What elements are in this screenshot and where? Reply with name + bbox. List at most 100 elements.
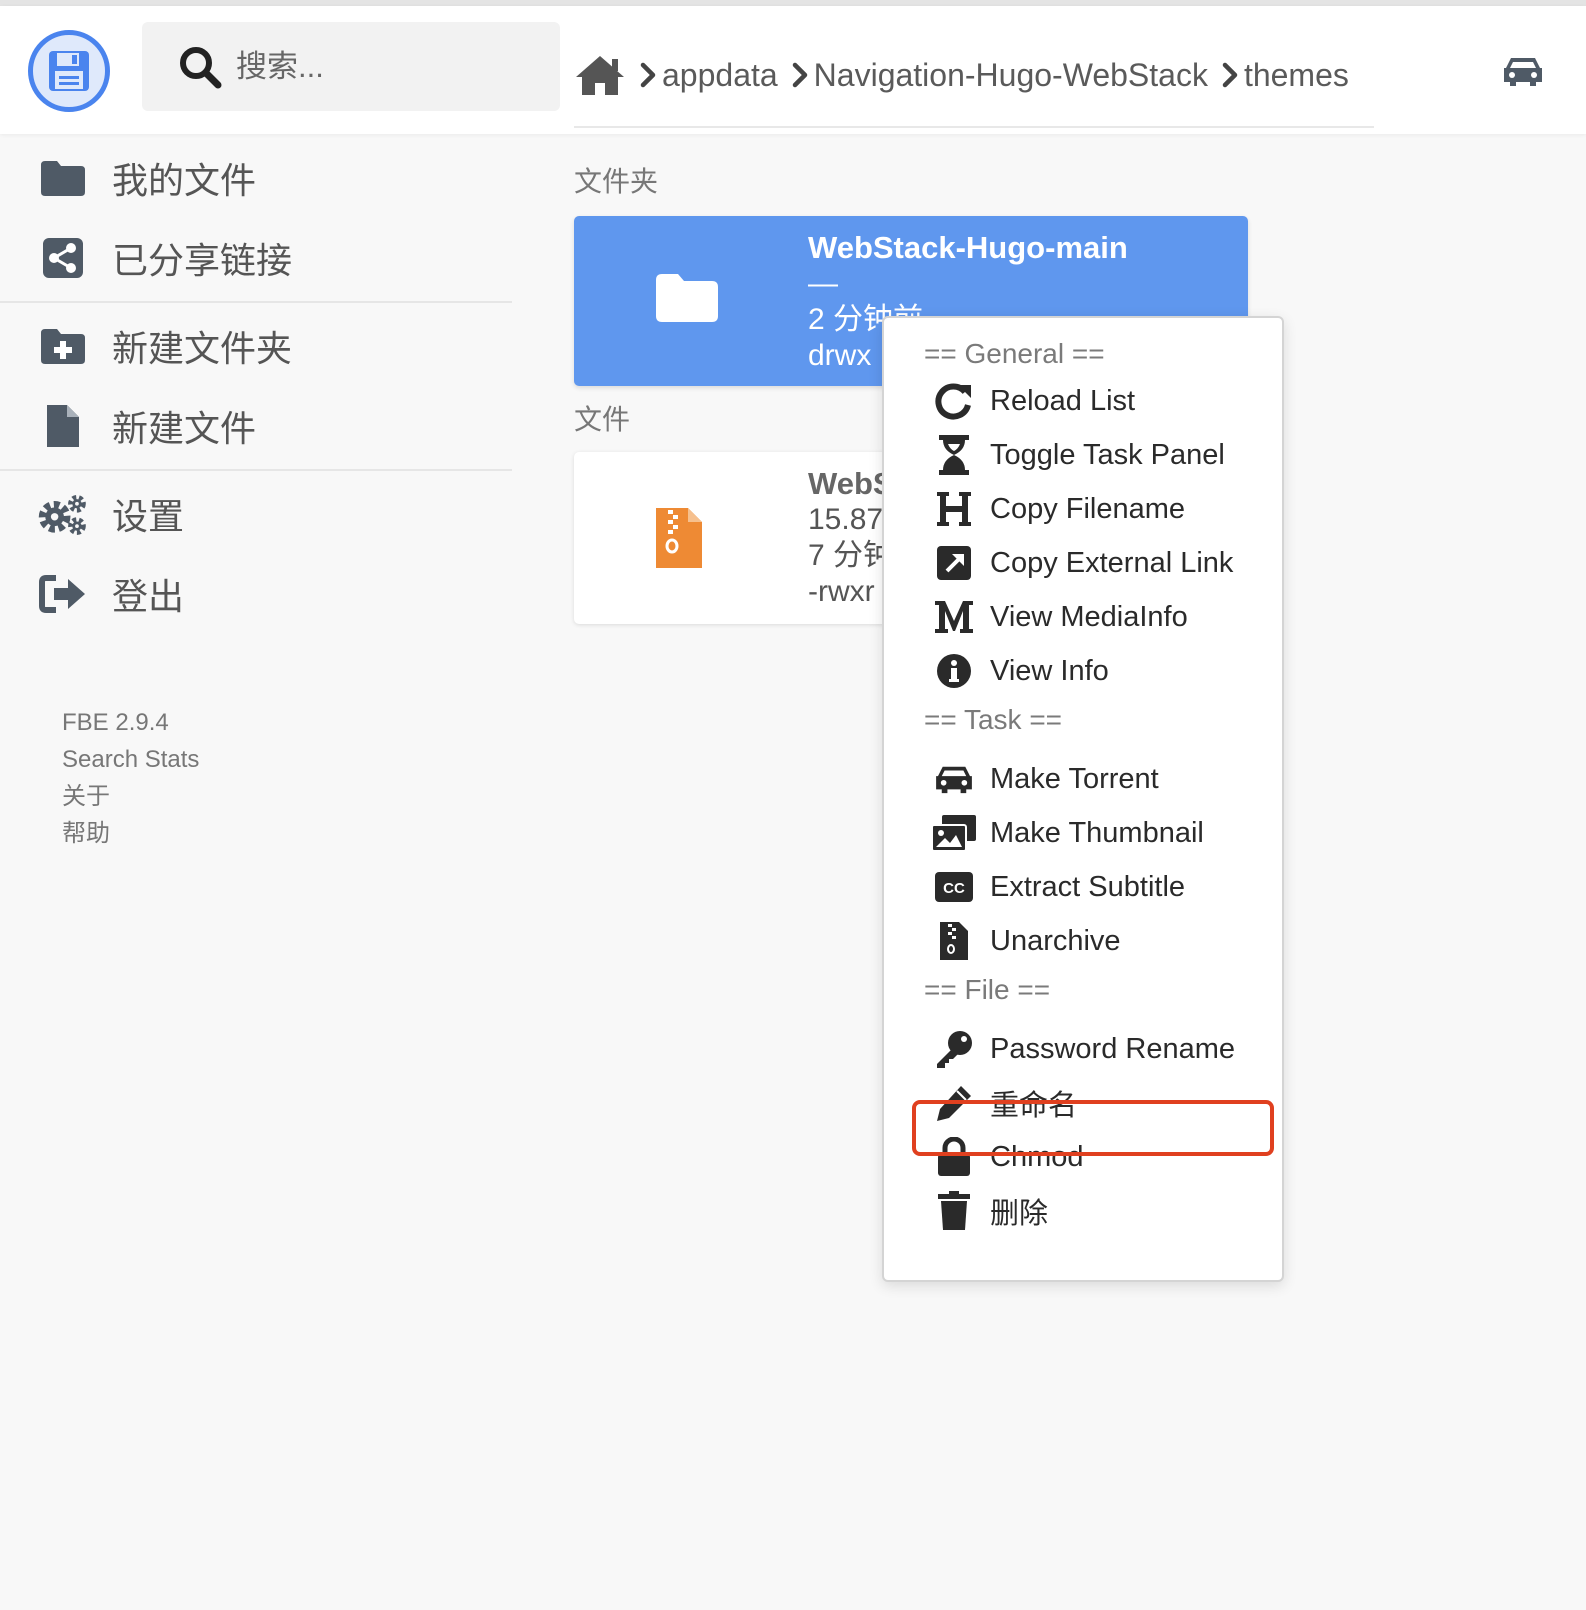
menu-item-view-info[interactable]: View Info	[924, 646, 1264, 696]
header-bar: appdata Navigation-Hugo-WebStack themes	[0, 6, 1586, 134]
file-permissions: -rwxr	[808, 575, 875, 608]
menu-item-chmod[interactable]: Chmod	[924, 1132, 1264, 1182]
file-name: WebS	[808, 466, 894, 501]
breadcrumb-navigation-hugo-webstack[interactable]: Navigation-Hugo-WebStack	[814, 57, 1208, 94]
file-archive-icon	[654, 506, 704, 575]
heading-icon	[924, 490, 984, 528]
chevron-right-icon	[1222, 62, 1238, 88]
home-icon[interactable]	[574, 53, 626, 97]
chevron-right-icon	[640, 62, 656, 88]
pencil-icon	[924, 1083, 984, 1123]
app-logo[interactable]	[28, 30, 110, 112]
menu-item-unarchive[interactable]: Unarchive	[924, 916, 1264, 966]
menu-header-task: == Task ==	[924, 704, 1063, 735]
breadcrumb-themes[interactable]: themes	[1244, 57, 1349, 94]
menu-item-label: Chmod	[990, 1140, 1084, 1173]
sidebar-item-label: 我的文件	[112, 160, 257, 201]
version-label: FBE 2.9.4	[62, 709, 169, 736]
sidebar-item-label: 登出	[112, 576, 185, 617]
menu-item-copy-filename[interactable]: Copy Filename	[924, 484, 1264, 534]
car-icon	[1504, 58, 1542, 86]
reload-icon	[924, 381, 984, 421]
info-icon	[924, 652, 984, 690]
cc-icon: CC	[924, 871, 984, 903]
menu-item-label: Toggle Task Panel	[990, 438, 1225, 471]
svg-text:CC: CC	[943, 880, 965, 897]
menu-header-general: == General ==	[924, 338, 1105, 369]
menu-item-password-rename[interactable]: Password Rename	[924, 1024, 1264, 1074]
chevron-right-icon	[792, 62, 808, 88]
menu-item-label: View Info	[990, 654, 1109, 687]
task-panel-button[interactable]	[1502, 54, 1544, 93]
search-input[interactable]	[236, 48, 556, 85]
lock-icon	[924, 1137, 984, 1177]
cogs-icon	[36, 491, 90, 537]
menu-item-rename[interactable]: 重命名	[924, 1078, 1264, 1128]
sidebar: 我的文件 已分享链接 新建文件夹 新建文件 设置 登出	[0, 134, 512, 634]
help-link[interactable]: 帮助	[62, 815, 199, 852]
sidebar-item-my-files[interactable]: 我的文件	[0, 138, 512, 218]
context-menu: == General == Reload List Toggle Task Pa…	[882, 316, 1284, 1282]
menu-item-delete[interactable]: 删除	[924, 1186, 1264, 1236]
menu-item-label: Extract Subtitle	[990, 870, 1186, 903]
sidebar-divider	[0, 469, 512, 471]
search-stats-link[interactable]: Search Stats	[62, 741, 199, 778]
sidebar-divider	[0, 301, 512, 303]
menu-item-label: Make Thumbnail	[990, 816, 1204, 849]
file-size: 15.87	[808, 503, 884, 536]
menu-item-label: Copy Filename	[990, 492, 1186, 525]
about-link[interactable]: 关于	[62, 778, 199, 815]
files-section-title: 文件	[574, 404, 631, 435]
menu-item-label: 重命名	[990, 1090, 1078, 1122]
menu-item-label: 删除	[990, 1198, 1049, 1230]
menu-item-extract-subtitle[interactable]: CC Extract Subtitle	[924, 862, 1264, 912]
menu-item-make-torrent[interactable]: Make Torrent	[924, 754, 1264, 804]
menu-item-label: Reload List	[990, 384, 1136, 417]
menu-header-file: == File ==	[924, 974, 1051, 1005]
car-icon	[924, 763, 984, 795]
folder-icon	[654, 272, 720, 329]
breadcrumb-appdata[interactable]: appdata	[662, 57, 778, 94]
sidebar-item-label: 新建文件夹	[112, 328, 293, 369]
share-icon	[36, 236, 90, 280]
sidebar-item-settings[interactable]: 设置	[0, 474, 512, 554]
external-link-icon	[924, 544, 984, 582]
folder-size: —	[808, 267, 838, 300]
sidebar-item-label: 新建文件	[112, 408, 257, 449]
key-icon	[924, 1029, 984, 1069]
menu-item-view-mediainfo[interactable]: View MediaInfo	[924, 592, 1264, 642]
sidebar-item-logout[interactable]: 登出	[0, 554, 512, 634]
file-archive-icon	[924, 921, 984, 961]
trash-icon	[924, 1191, 984, 1231]
folder-icon	[36, 159, 90, 197]
images-icon	[924, 813, 984, 853]
breadcrumb: appdata Navigation-Hugo-WebStack themes	[574, 34, 1374, 128]
search-box[interactable]	[142, 22, 560, 111]
folder-name: WebStack-Hugo-main	[808, 230, 1128, 265]
m-icon	[924, 599, 984, 635]
folders-section-title: 文件夹	[574, 166, 659, 197]
search-icon	[180, 46, 222, 88]
sidebar-item-label: 设置	[112, 496, 185, 537]
menu-item-make-thumbnail[interactable]: Make Thumbnail	[924, 808, 1264, 858]
floppy-disk-icon	[49, 51, 89, 91]
sign-out-icon	[36, 574, 90, 614]
menu-item-reload-list[interactable]: Reload List	[924, 376, 1264, 426]
file-modified: 7 分钟	[808, 539, 894, 572]
hourglass-icon	[924, 434, 984, 476]
folder-plus-icon	[36, 327, 90, 365]
menu-item-label: Unarchive	[990, 924, 1121, 957]
menu-item-copy-external-link[interactable]: Copy External Link	[924, 538, 1264, 588]
menu-item-label: Password Rename	[990, 1032, 1235, 1065]
file-icon	[36, 403, 90, 449]
sidebar-item-label: 已分享链接	[112, 240, 293, 281]
menu-item-label: Copy External Link	[990, 546, 1234, 579]
sidebar-item-new-folder[interactable]: 新建文件夹	[0, 306, 512, 386]
menu-item-toggle-task-panel[interactable]: Toggle Task Panel	[924, 430, 1264, 480]
sidebar-item-shared-links[interactable]: 已分享链接	[0, 218, 512, 298]
menu-item-label: View MediaInfo	[990, 600, 1188, 633]
menu-item-label: Make Torrent	[990, 762, 1159, 795]
sidebar-item-new-file[interactable]: 新建文件	[0, 386, 512, 466]
file-info: WebS 15.87 7 分钟 -rwxr	[808, 466, 894, 610]
sidebar-footer: FBE 2.9.4 Search Stats 关于 帮助	[62, 704, 199, 852]
